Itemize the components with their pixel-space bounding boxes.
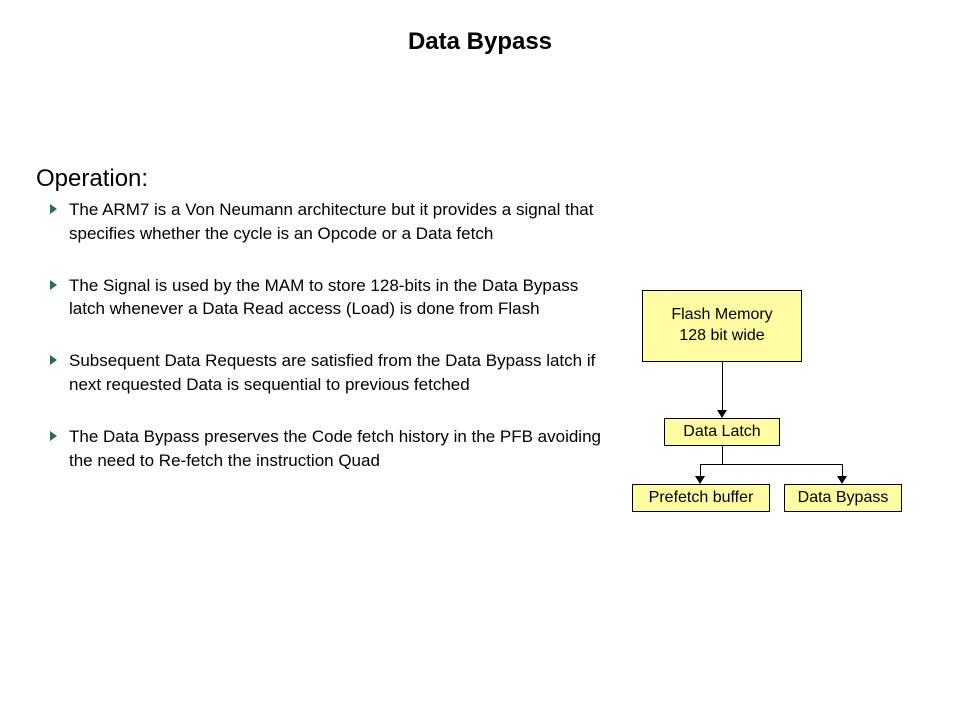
slide-title: Data Bypass (0, 28, 960, 56)
bullet-list: The ARM7 is a Von Neumann architecture b… (50, 198, 610, 500)
flash-line1: Flash Memory (671, 305, 772, 326)
connector-line (722, 362, 723, 410)
bullet-text: The Signal is used by the MAM to store 1… (69, 274, 610, 322)
bullet-item: Subsequent Data Requests are satisfied f… (50, 349, 610, 397)
connector-line (700, 464, 842, 465)
section-heading: Operation: (36, 165, 148, 193)
bullet-arrow-icon (50, 280, 57, 290)
diagram: Flash Memory 128 bit wide Data Latch Pre… (632, 290, 942, 530)
arrowhead-icon (717, 410, 727, 418)
bullet-item: The Signal is used by the MAM to store 1… (50, 274, 610, 322)
connector-line (842, 464, 843, 476)
arrowhead-icon (695, 476, 705, 484)
connector-line (700, 464, 701, 476)
data-latch-label: Data Latch (683, 422, 760, 443)
bullet-item: The Data Bypass preserves the Code fetch… (50, 425, 610, 473)
data-bypass-label: Data Bypass (798, 488, 889, 509)
bullet-arrow-icon (50, 431, 57, 441)
connector-line (722, 446, 723, 464)
flash-memory-box: Flash Memory 128 bit wide (642, 290, 802, 362)
bullet-item: The ARM7 is a Von Neumann architecture b… (50, 198, 610, 246)
bullet-text: The ARM7 is a Von Neumann architecture b… (69, 198, 610, 246)
prefetch-buffer-box: Prefetch buffer (632, 484, 770, 512)
data-latch-box: Data Latch (664, 418, 780, 446)
prefetch-label: Prefetch buffer (649, 488, 754, 509)
slide: Data Bypass Operation: The ARM7 is a Von… (0, 0, 960, 720)
data-bypass-box: Data Bypass (784, 484, 902, 512)
bullet-text: The Data Bypass preserves the Code fetch… (69, 425, 610, 473)
bullet-text: Subsequent Data Requests are satisfied f… (69, 349, 610, 397)
bullet-arrow-icon (50, 204, 57, 214)
flash-line2: 128 bit wide (679, 326, 764, 347)
bullet-arrow-icon (50, 355, 57, 365)
arrowhead-icon (837, 476, 847, 484)
